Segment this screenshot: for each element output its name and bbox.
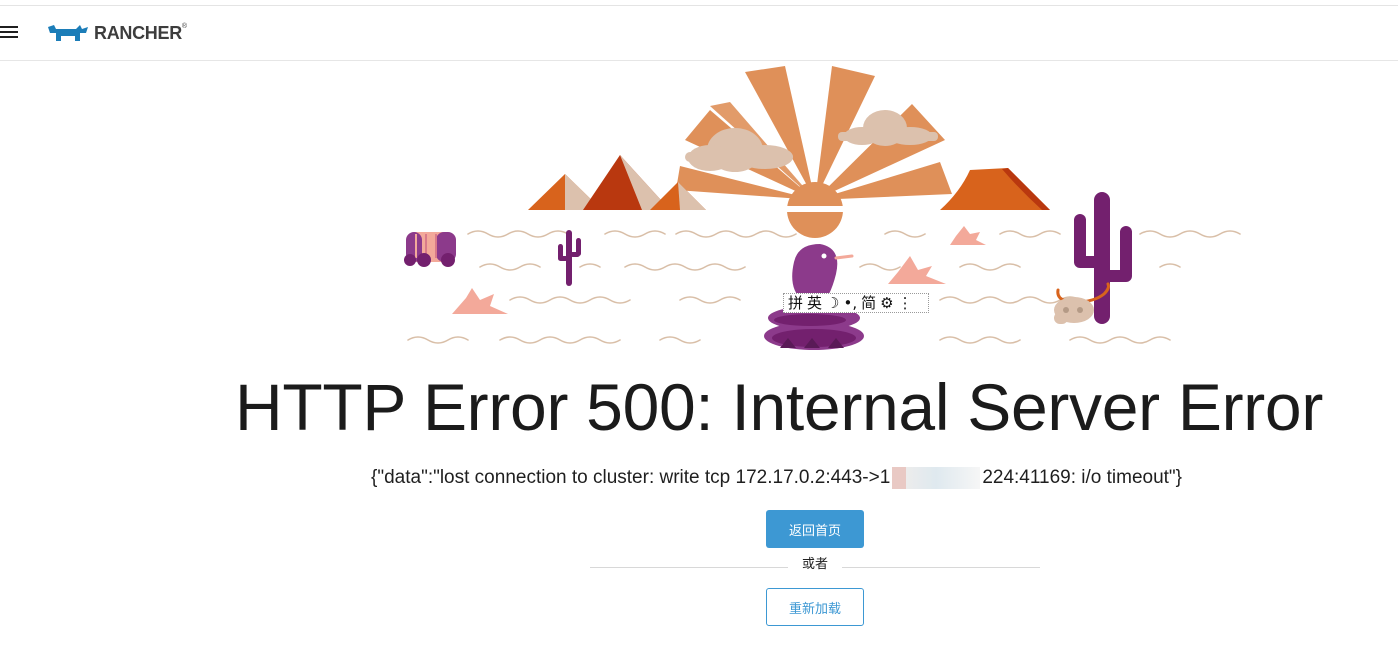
error-message-prefix: {"data":"lost connection to cluster: wri… — [371, 467, 891, 488]
home-button[interactable]: 返回首页 — [766, 510, 864, 548]
rancher-cow-logo-icon — [48, 25, 88, 41]
app-header: RANCHER® — [0, 6, 1398, 61]
ime-punctuation-icon[interactable]: •, — [843, 294, 857, 312]
rancher-logo[interactable]: RANCHER® — [46, 21, 187, 45]
ime-simplified-toggle[interactable]: 简 — [861, 294, 876, 312]
error-title: HTTP Error 500: Internal Server Error — [235, 370, 1324, 444]
error-message: {"data":"lost connection to cluster: wri… — [371, 464, 1182, 492]
error-message-suffix: 224:41169: i/o timeout"} — [982, 467, 1183, 488]
covered-wagon — [404, 232, 456, 267]
small-cactus — [558, 230, 581, 286]
ime-pinyin-icon[interactable]: 拼 — [788, 294, 803, 312]
or-divider: 或者 — [590, 556, 1040, 576]
ime-settings-icon[interactable]: ⚙ — [880, 294, 893, 312]
redacted-ip — [892, 467, 981, 489]
mesa — [940, 168, 1050, 210]
ime-english-toggle[interactable]: 英 — [807, 294, 822, 312]
brand-name: RANCHER® — [94, 22, 187, 43]
divider-line-right — [842, 567, 1040, 568]
clouds — [685, 110, 938, 172]
reload-button[interactable]: 重新加载 — [766, 588, 864, 626]
ime-moon-icon[interactable]: ☽ — [826, 294, 839, 312]
desert-illustration — [404, 66, 1241, 350]
ime-more-icon[interactable]: ⋮ — [898, 294, 913, 312]
hamburger-menu-icon[interactable] — [0, 26, 20, 40]
or-label: 或者 — [801, 557, 828, 572]
ime-toolbar[interactable]: 拼 英 ☽ •, 简 ⚙ ⋮ — [783, 293, 929, 313]
